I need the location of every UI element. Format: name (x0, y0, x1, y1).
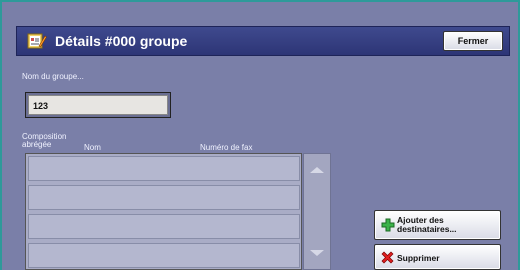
address-book-icon (27, 32, 47, 50)
red-x-icon (381, 251, 394, 266)
add-recipients-label: Ajouter des destinataires... (397, 216, 457, 234)
list-item[interactable] (28, 156, 300, 181)
add-recipients-button[interactable]: Ajouter des destinataires... (374, 210, 501, 240)
scroll-up-icon[interactable] (310, 167, 324, 173)
column-header-fax: Numéro de fax (200, 143, 253, 152)
members-label-line2: abrégée (22, 140, 52, 149)
group-name-field[interactable]: 123 (25, 92, 171, 118)
scroll-down-icon[interactable] (310, 250, 324, 256)
screen: Détails #000 groupe Fermer Nom du groupe… (0, 0, 520, 270)
close-button[interactable]: Fermer (443, 31, 503, 51)
page-title: Détails #000 groupe (55, 33, 188, 49)
members-label: Composition abrégée (22, 133, 66, 149)
green-plus-icon (381, 218, 395, 234)
group-name-label: Nom du groupe... (22, 72, 84, 81)
column-header-name: Nom (84, 143, 101, 152)
list-item[interactable] (28, 243, 300, 268)
delete-button[interactable]: Supprimer (374, 244, 501, 270)
list-scrollbar[interactable] (303, 153, 331, 270)
add-label-line2: destinataires... (397, 224, 457, 234)
title-bar: Détails #000 groupe Fermer (16, 26, 510, 56)
list-item[interactable] (28, 214, 300, 239)
delete-label: Supprimer (397, 253, 440, 263)
members-list (25, 153, 302, 270)
list-item[interactable] (28, 185, 300, 210)
group-name-value[interactable]: 123 (28, 95, 168, 115)
